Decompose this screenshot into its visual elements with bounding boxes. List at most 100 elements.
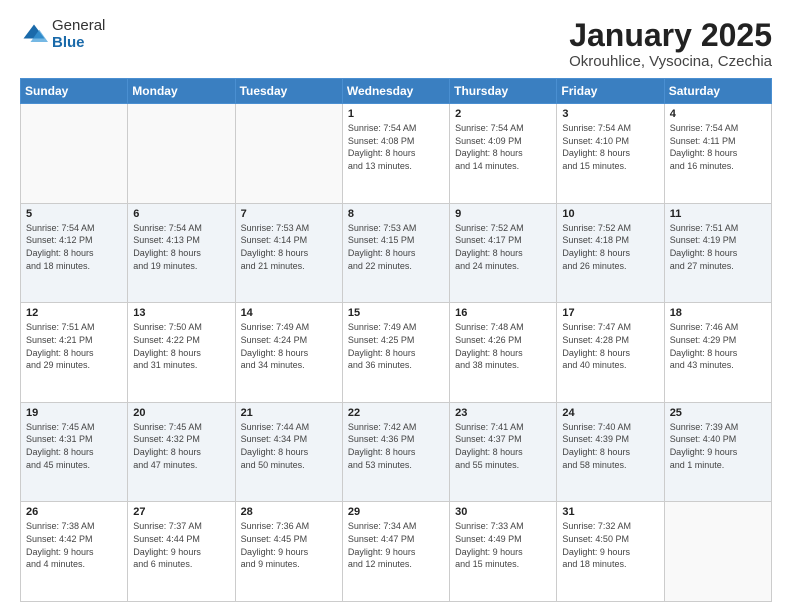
day-number: 14 [241,307,337,319]
day-number: 22 [348,407,444,419]
table-row: 17Sunrise: 7:47 AM Sunset: 4:28 PM Dayli… [557,303,664,403]
day-info: Sunrise: 7:42 AM Sunset: 4:36 PM Dayligh… [348,421,444,471]
day-number: 1 [348,108,444,120]
table-row: 21 Sunrise: 7:44 AM Sunset: 4:34 PM Dayli… [235,402,342,502]
calendar-header-thursday: Thursday [450,79,557,104]
table-row: 12 Sunrise: 7:51 AM Sunset: 4:21 PM Dayli… [21,303,128,403]
header: General Blue January 2025 Okrouhlice, Vy… [20,18,772,70]
day-info: Sunrise: 7:52 AM Sunset: 4:18 PM Dayligh… [562,222,658,272]
day-info: Sunrise: 7:46 AM Sunset: 4:29 PM Dayligh… [670,321,766,371]
calendar-header-row: SundayMondayTuesdayWednesdayThursdayFrid… [21,79,772,104]
table-row: 13 Sunrise: 7:50 AM Sunset: 4:22 PM Dayli… [128,303,235,403]
day-number: 19 [26,407,122,419]
table-row [128,104,235,204]
day-info: Sunrise: 7:52 AM Sunset: 4:17 PM Dayligh… [455,222,551,272]
day-info: Sunrise: 7:54 AM Sunset: 4:09 PM Dayligh… [455,122,551,172]
calendar-header-sunday: Sunday [21,79,128,104]
day-info: Sunrise: 7:54 AM Sunset: 4:08 PM Dayligh… [348,122,444,172]
table-row: 2 Sunrise: 7:54 AM Sunset: 4:09 PM Daylig… [450,104,557,204]
day-number: 6 [133,208,229,220]
day-info: Sunrise: 7:39 AM Sunset: 4:40 PM Dayligh… [670,421,766,471]
day-number: 20 [133,407,229,419]
day-number: 24 [562,407,658,419]
day-number: 8 [348,208,444,220]
day-info: Sunrise: 7:34 AM Sunset: 4:47 PM Dayligh… [348,520,444,570]
table-row: 7 Sunrise: 7:53 AM Sunset: 4:14 PM Daylig… [235,203,342,303]
table-row: 6 Sunrise: 7:54 AM Sunset: 4:13 PM Daylig… [128,203,235,303]
table-row: 1 Sunrise: 7:54 AM Sunset: 4:08 PM Daylig… [342,104,449,204]
day-number: 2 [455,108,551,120]
calendar-header-saturday: Saturday [664,79,771,104]
day-number: 27 [133,506,229,518]
day-number: 10 [562,208,658,220]
logo-general: General [52,18,105,35]
day-info: Sunrise: 7:51 AM Sunset: 4:21 PM Dayligh… [26,321,122,371]
table-row: 18Sunrise: 7:46 AM Sunset: 4:29 PM Dayli… [664,303,771,403]
table-row: 25 Sunrise: 7:39 AM Sunset: 4:40 PM Dayli… [664,402,771,502]
table-row: 27 Sunrise: 7:37 AM Sunset: 4:44 PM Dayli… [128,502,235,602]
day-info: Sunrise: 7:32 AM Sunset: 4:50 PM Dayligh… [562,520,658,570]
title-block: January 2025 Okrouhlice, Vysocina, Czech… [569,18,772,70]
day-info: Sunrise: 7:38 AM Sunset: 4:42 PM Dayligh… [26,520,122,570]
day-number: 30 [455,506,551,518]
table-row: 30Sunrise: 7:33 AM Sunset: 4:49 PM Dayli… [450,502,557,602]
table-row: 14Sunrise: 7:49 AM Sunset: 4:24 PM Dayli… [235,303,342,403]
day-number: 16 [455,307,551,319]
day-info: Sunrise: 7:54 AM Sunset: 4:12 PM Dayligh… [26,222,122,272]
day-number: 7 [241,208,337,220]
day-number: 12 [26,307,122,319]
day-number: 13 [133,307,229,319]
calendar-week-5: 26 Sunrise: 7:38 AM Sunset: 4:42 PM Dayli… [21,502,772,602]
day-info: Sunrise: 7:54 AM Sunset: 4:11 PM Dayligh… [670,122,766,172]
day-number: 29 [348,506,444,518]
calendar-header-wednesday: Wednesday [342,79,449,104]
day-number: 25 [670,407,766,419]
calendar-week-4: 19 Sunrise: 7:45 AM Sunset: 4:31 PM Dayli… [21,402,772,502]
day-info: Sunrise: 7:53 AM Sunset: 4:14 PM Dayligh… [241,222,337,272]
table-row: 15Sunrise: 7:49 AM Sunset: 4:25 PM Dayli… [342,303,449,403]
table-row: 23Sunrise: 7:41 AM Sunset: 4:37 PM Dayli… [450,402,557,502]
calendar-location: Okrouhlice, Vysocina, Czechia [569,53,772,70]
calendar-week-2: 5 Sunrise: 7:54 AM Sunset: 4:12 PM Daylig… [21,203,772,303]
calendar-week-1: 1 Sunrise: 7:54 AM Sunset: 4:08 PM Daylig… [21,104,772,204]
day-info: Sunrise: 7:44 AM Sunset: 4:34 PM Dayligh… [241,421,337,471]
day-number: 31 [562,506,658,518]
table-row: 5 Sunrise: 7:54 AM Sunset: 4:12 PM Daylig… [21,203,128,303]
day-number: 23 [455,407,551,419]
logo-text: General Blue [52,18,105,51]
day-number: 26 [26,506,122,518]
day-info: Sunrise: 7:37 AM Sunset: 4:44 PM Dayligh… [133,520,229,570]
table-row: 8 Sunrise: 7:53 AM Sunset: 4:15 PM Daylig… [342,203,449,303]
table-row [21,104,128,204]
day-info: Sunrise: 7:48 AM Sunset: 4:26 PM Dayligh… [455,321,551,371]
calendar-header-monday: Monday [128,79,235,104]
day-number: 11 [670,208,766,220]
table-row: 4Sunrise: 7:54 AM Sunset: 4:11 PM Daylig… [664,104,771,204]
calendar-week-3: 12 Sunrise: 7:51 AM Sunset: 4:21 PM Dayli… [21,303,772,403]
table-row: 28Sunrise: 7:36 AM Sunset: 4:45 PM Dayli… [235,502,342,602]
day-info: Sunrise: 7:53 AM Sunset: 4:15 PM Dayligh… [348,222,444,272]
table-row [664,502,771,602]
day-number: 3 [562,108,658,120]
table-row: 29 Sunrise: 7:34 AM Sunset: 4:47 PM Dayli… [342,502,449,602]
table-row: 19 Sunrise: 7:45 AM Sunset: 4:31 PM Dayli… [21,402,128,502]
day-number: 15 [348,307,444,319]
day-number: 5 [26,208,122,220]
day-info: Sunrise: 7:36 AM Sunset: 4:45 PM Dayligh… [241,520,337,570]
table-row: 20Sunrise: 7:45 AM Sunset: 4:32 PM Dayli… [128,402,235,502]
table-row: 22 Sunrise: 7:42 AM Sunset: 4:36 PM Dayli… [342,402,449,502]
calendar-header-tuesday: Tuesday [235,79,342,104]
day-info: Sunrise: 7:40 AM Sunset: 4:39 PM Dayligh… [562,421,658,471]
day-info: Sunrise: 7:54 AM Sunset: 4:13 PM Dayligh… [133,222,229,272]
day-number: 17 [562,307,658,319]
table-row: 10 Sunrise: 7:52 AM Sunset: 4:18 PM Dayli… [557,203,664,303]
table-row: 24 Sunrise: 7:40 AM Sunset: 4:39 PM Dayli… [557,402,664,502]
day-info: Sunrise: 7:45 AM Sunset: 4:31 PM Dayligh… [26,421,122,471]
table-row [235,104,342,204]
calendar-header-friday: Friday [557,79,664,104]
table-row: 11 Sunrise: 7:51 AM Sunset: 4:19 PM Dayli… [664,203,771,303]
day-number: 9 [455,208,551,220]
day-number: 21 [241,407,337,419]
day-info: Sunrise: 7:51 AM Sunset: 4:19 PM Dayligh… [670,222,766,272]
day-info: Sunrise: 7:50 AM Sunset: 4:22 PM Dayligh… [133,321,229,371]
